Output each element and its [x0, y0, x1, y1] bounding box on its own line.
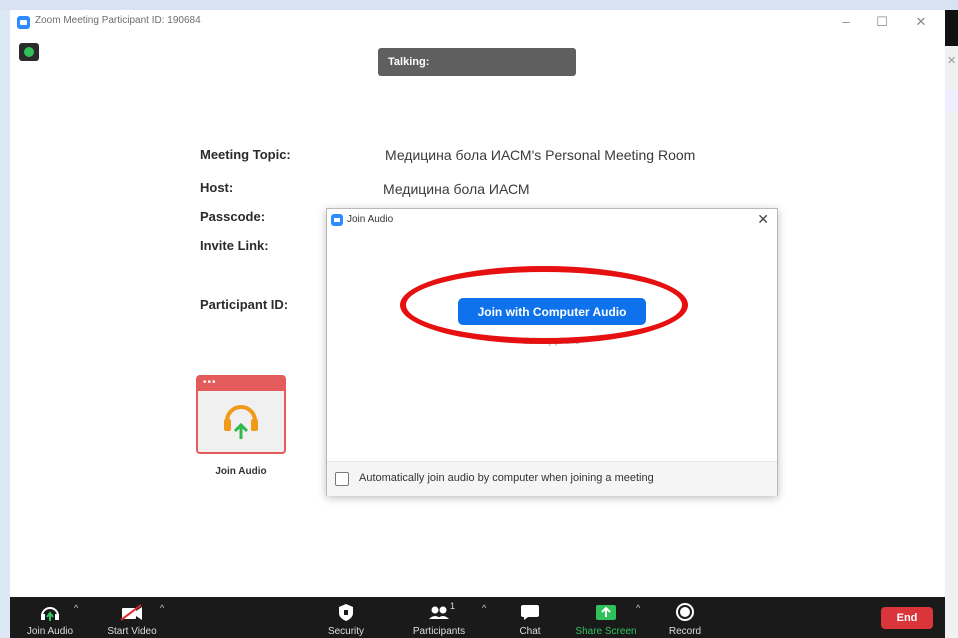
auto-join-audio-label[interactable]: Automatically join audio by computer whe… [359, 472, 654, 484]
participants-icon [429, 606, 449, 619]
host-value: Медицина бола ИАСМ [383, 181, 530, 197]
zoom-logo-icon [17, 16, 30, 29]
meeting-topic-value: Медицина бола ИАСМ's Personal Meeting Ro… [385, 147, 696, 163]
minimize-button[interactable]: – [836, 12, 856, 32]
title-bar: Zoom Meeting Participant ID: 190684 – ☐ … [10, 10, 945, 36]
background-app-icon [945, 90, 958, 112]
chat-label: Chat [519, 626, 541, 637]
dialog-footer: Automatically join audio by computer whe… [327, 461, 777, 496]
record-label: Record [668, 626, 702, 637]
window-frame-top [0, 0, 958, 10]
chat-button[interactable]: Chat [510, 597, 550, 638]
participants-button[interactable]: 1 Participants [404, 597, 474, 638]
meeting-toolbar: Join Audio ^ Start Video ^ Security 1 Pa… [10, 597, 945, 638]
security-button[interactable]: Security [320, 597, 372, 638]
close-window-button[interactable]: ✕ [911, 12, 931, 32]
join-audio-card[interactable]: ••• [196, 375, 286, 454]
passcode-label: Passcode: [200, 209, 266, 224]
zoom-meeting-window: Zoom Meeting Participant ID: 190684 – ☐ … [10, 10, 945, 638]
share-screen-icon [596, 605, 616, 620]
participants-label: Participants [412, 626, 466, 637]
security-label: Security [327, 626, 365, 637]
headphones-icon [41, 607, 59, 621]
record-icon [676, 603, 694, 621]
talking-indicator: Talking: [378, 48, 576, 76]
participants-options-caret-icon[interactable]: ^ [482, 603, 486, 613]
record-button[interactable]: Record [660, 597, 710, 638]
start-video-label: Start Video [107, 626, 157, 637]
start-video-button[interactable]: Start Video [100, 597, 164, 638]
shield-icon [339, 604, 353, 621]
join-audio-card-label: Join Audio [215, 466, 267, 477]
share-screen-label: Share Screen [575, 626, 637, 637]
video-options-caret-icon[interactable]: ^ [160, 603, 164, 613]
share-options-caret-icon[interactable]: ^ [636, 603, 640, 613]
meeting-topic-label: Meeting Topic: [200, 147, 291, 162]
headphones-icon [224, 405, 258, 439]
card-header-bar: ••• [198, 377, 284, 391]
window-title: Zoom Meeting Participant ID: 190684 [35, 15, 201, 26]
zoom-logo-icon [331, 214, 343, 226]
chat-bubble-icon [521, 605, 539, 620]
share-screen-button[interactable]: Share Screen [571, 597, 641, 638]
audio-options-caret-icon[interactable]: ^ [74, 603, 78, 613]
card-dots: ••• [203, 377, 217, 388]
join-by-phone-link[interactable]: Join by phone [477, 336, 627, 346]
dialog-close-icon[interactable]: ✕ [757, 211, 769, 228]
auto-join-audio-checkbox[interactable] [335, 472, 349, 486]
background-close-icon: ✕ [947, 55, 957, 67]
encryption-shield-icon[interactable] [19, 43, 39, 61]
join-audio-label: Join Audio [26, 626, 74, 637]
maximize-button[interactable]: ☐ [872, 12, 892, 32]
dialog-title: Join Audio [347, 214, 394, 225]
participant-id-label: Participant ID: [200, 297, 289, 312]
participants-count: 1 [450, 601, 456, 611]
join-with-computer-audio-button[interactable]: Join with Computer Audio [458, 298, 646, 325]
end-meeting-button[interactable]: End [881, 607, 933, 629]
video-off-icon [120, 604, 142, 621]
background-window-bar [945, 10, 958, 46]
join-audio-dialog: Join Audio ✕ Join with Computer Audio Jo… [326, 208, 778, 496]
join-audio-button[interactable]: Join Audio [20, 597, 80, 638]
host-label: Host: [200, 180, 234, 195]
dialog-title-bar: Join Audio ✕ [327, 209, 777, 231]
invite-link-label: Invite Link: [200, 238, 269, 253]
background-window-edge: ✕ [945, 10, 958, 638]
